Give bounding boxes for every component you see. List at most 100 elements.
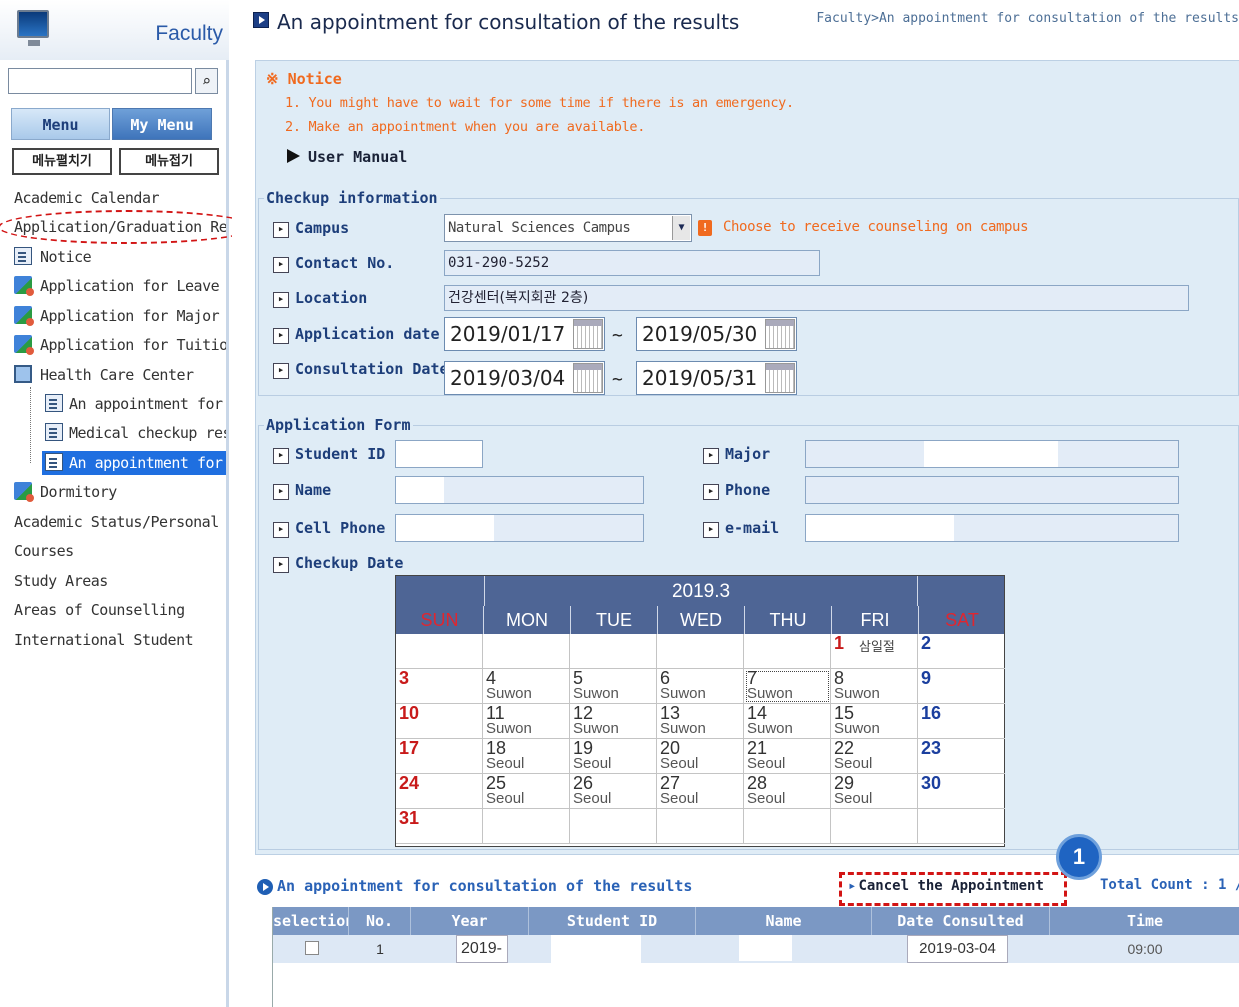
monitor-icon — [14, 365, 32, 383]
calendar-day-1[interactable]: 1 삼일절 — [831, 634, 918, 669]
sidebar-item-dormitory[interactable]: Dormitory — [14, 480, 226, 504]
calendar-day-location: Seoul — [486, 755, 525, 772]
calendar-icon[interactable] — [765, 319, 795, 349]
table-row[interactable]: 1 2019- 2019-03-04 09:00 — [273, 935, 1239, 963]
calendar-empty-cell — [918, 809, 1005, 844]
application-icon — [14, 306, 34, 326]
phone-field[interactable] — [805, 476, 1179, 504]
redaction-block — [396, 477, 444, 503]
calendar-day-5[interactable]: 5 Suwon — [570, 669, 657, 704]
calendar-day-16[interactable]: 16 — [918, 704, 1005, 739]
student-id-field[interactable] — [395, 440, 483, 468]
calendar-day-7[interactable]: 7 Suwon — [744, 669, 831, 704]
calendar-day-20[interactable]: 20 Seoul — [657, 739, 744, 774]
sidebar-item-health-care[interactable]: Health Care Center — [14, 363, 226, 387]
sidebar-item-label: Academic Calendar — [14, 189, 160, 207]
calendar-day-27[interactable]: 27 Seoul — [657, 774, 744, 809]
calendar-day-31[interactable]: 31 — [396, 809, 483, 844]
checkup-info-legend: Checkup information — [264, 189, 440, 207]
calendar-day-25[interactable]: 25 Seoul — [483, 774, 570, 809]
calendar-day-12[interactable]: 12 Suwon — [570, 704, 657, 739]
calendar-day-2[interactable]: 2 — [918, 634, 1005, 669]
calendar-day-23[interactable]: 23 — [918, 739, 1005, 774]
calendar-day-22[interactable]: 22 Seoul — [831, 739, 918, 774]
expand-menu-button[interactable]: 메뉴펼치기 — [12, 148, 112, 175]
calendar-day-15[interactable]: 15 Suwon — [831, 704, 918, 739]
notice-title: ※ Notice — [266, 70, 342, 88]
sidebar-item-tuition[interactable]: Application for Tuition — [14, 333, 226, 357]
calendar-day-24[interactable]: 24 — [396, 774, 483, 809]
sidebar-item-label: Areas of Counselling — [14, 601, 185, 619]
menu-search-input[interactable] — [8, 68, 192, 94]
calendar-icon[interactable] — [765, 363, 795, 393]
tab-my-menu[interactable]: My Menu — [112, 108, 212, 140]
calendar-day-number: 2 — [921, 633, 932, 653]
calendar-empty-cell — [483, 634, 570, 669]
chevron-down-icon[interactable]: ▼ — [672, 216, 690, 240]
row-select-checkbox[interactable] — [305, 941, 319, 955]
location-field: 건강센터(복지회관 2층) — [444, 285, 1189, 311]
sidebar-subitem-appointment-results[interactable]: An appointment for c — [42, 451, 226, 475]
tab-menu[interactable]: Menu — [11, 108, 110, 140]
cell-phone-field[interactable] — [395, 514, 644, 542]
campus-label: Campus — [273, 219, 349, 238]
cell-no: 1 — [376, 941, 384, 957]
calendar-icon[interactable] — [573, 363, 603, 393]
sidebar-item-label: Application for Leave of — [40, 277, 226, 295]
calendar-day-18[interactable]: 18 Seoul — [483, 739, 570, 774]
sidebar-item-notice[interactable]: Notice — [14, 245, 226, 269]
calendar-day-6[interactable]: 6 Suwon — [657, 669, 744, 704]
calendar-day-3[interactable]: 3 — [396, 669, 483, 704]
sidebar-item-major[interactable]: Application for Major — [14, 304, 226, 328]
calendar-day-number: 3 — [399, 668, 410, 688]
sidebar-item-courses[interactable]: Courses — [14, 539, 226, 563]
calendar-day-location: Suwon — [573, 720, 619, 737]
calendar-day-8[interactable]: 8 Suwon — [831, 669, 918, 704]
calendar-day-10[interactable]: 10 — [396, 704, 483, 739]
calendar-day-26[interactable]: 26 Seoul — [570, 774, 657, 809]
calendar-day-location: Suwon — [486, 685, 532, 702]
calendar-day-13[interactable]: 13 Suwon — [657, 704, 744, 739]
calendar-day-location: Seoul — [660, 790, 699, 807]
calendar-day-21[interactable]: 21 Seoul — [744, 739, 831, 774]
checkup-calendar: 2019.3 SUN MON TUE WED THU FRI SAT 1 삼일절 2… — [395, 575, 1005, 847]
sidebar-subitem-medical-checkup[interactable]: Medical checkup resu — [42, 421, 226, 445]
search-icon[interactable]: ⌕ — [195, 68, 218, 94]
checkup-date-label: Checkup Date — [273, 554, 403, 573]
campus-select[interactable]: Natural Sciences Campus — [444, 214, 692, 242]
page: Faculty ⌕ Menu My Menu 메뉴펼치기 메뉴접기 Academ… — [0, 0, 1239, 1007]
notice-line: 2. Make an appointment when you are avai… — [285, 119, 646, 135]
document-icon — [45, 423, 63, 441]
sidebar-item-leave[interactable]: Application for Leave of — [14, 274, 226, 298]
section-bullet-icon — [257, 879, 273, 895]
calendar-icon[interactable] — [573, 319, 603, 349]
calendar-day-4[interactable]: 4 Suwon — [483, 669, 570, 704]
breadcrumb: Faculty>An appointment for consultation … — [816, 11, 1239, 26]
sidebar-item-label: Application for Tuition — [40, 336, 226, 354]
cancel-appointment-button[interactable]: Cancel the Appointment — [839, 872, 1067, 906]
calendar-day-29[interactable]: 29 Seoul — [831, 774, 918, 809]
calendar-day-28[interactable]: 28 Seoul — [744, 774, 831, 809]
calendar-day-9[interactable]: 9 — [918, 669, 1005, 704]
calendar-day-11[interactable]: 11 Suwon — [483, 704, 570, 739]
email-field[interactable] — [805, 514, 1179, 542]
sidebar-item-international[interactable]: International Student — [14, 628, 226, 652]
sidebar-item-study-areas[interactable]: Study Areas — [14, 569, 226, 593]
column-year: Year — [411, 907, 529, 935]
user-manual-link[interactable]: User Manual — [287, 148, 407, 166]
cell-year: 2019- — [461, 940, 502, 957]
sidebar-item-academic-status[interactable]: Academic Status/Personal Are — [14, 510, 226, 534]
sidebar-item-counselling[interactable]: Areas of Counselling — [14, 598, 226, 622]
sidebar-item-academic-calendar[interactable]: Academic Calendar — [14, 186, 226, 210]
sidebar-subitem-appointment-a[interactable]: An appointment for a — [42, 392, 226, 416]
calendar-day-14[interactable]: 14 Suwon — [744, 704, 831, 739]
date-range-separator: ~ — [612, 369, 623, 390]
location-label-text: Location — [295, 289, 368, 307]
calendar-day-17[interactable]: 17 — [396, 739, 483, 774]
calendar-day-30[interactable]: 30 — [918, 774, 1005, 809]
calendar-day-19[interactable]: 19 Seoul — [570, 739, 657, 774]
consultation-date-label-text: Consultation Date — [295, 360, 449, 378]
table-header: selection No. Year Student ID Name Date … — [273, 907, 1239, 935]
application-date-label-text: Application date — [295, 325, 440, 343]
collapse-menu-button[interactable]: 메뉴접기 — [119, 148, 219, 175]
